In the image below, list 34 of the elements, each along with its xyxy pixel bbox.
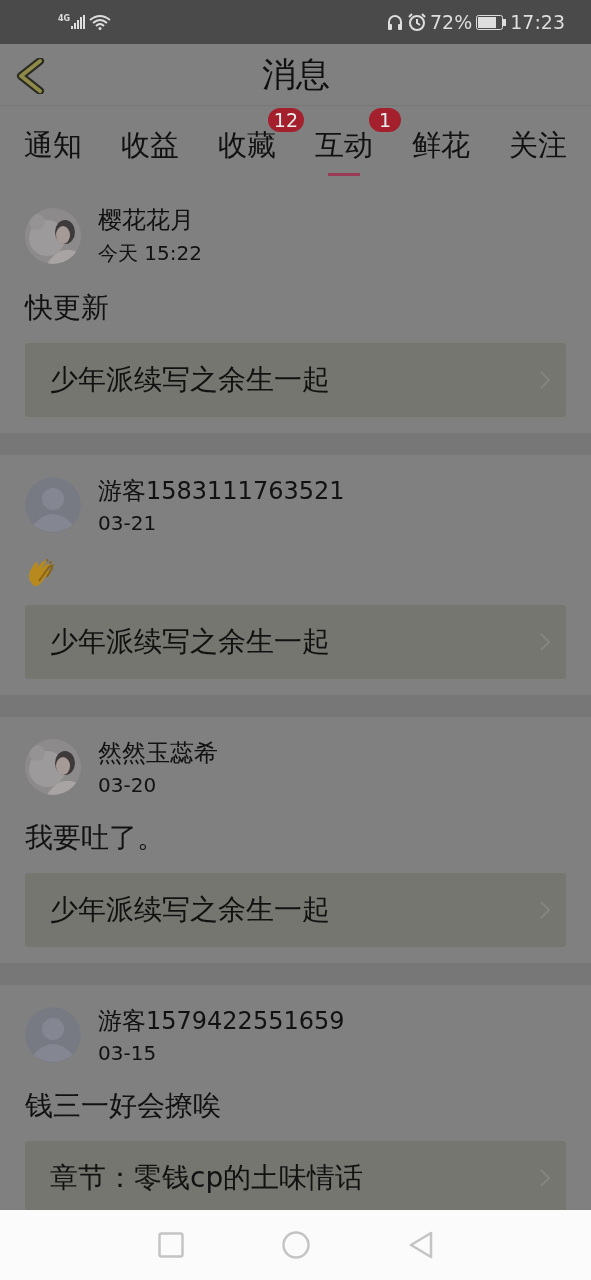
page-title: 消息	[261, 52, 330, 96]
wifi-icon	[89, 14, 112, 30]
comment-text: 快更新	[25, 290, 110, 326]
user-name: 樱花花月	[98, 205, 195, 236]
headphones-icon	[387, 13, 403, 31]
clock-time: 17:23	[510, 11, 565, 33]
battery-icon	[476, 14, 507, 30]
message-time: 03-15	[98, 1041, 158, 1065]
home-icon[interactable]	[281, 1231, 310, 1259]
tab[interactable]: 通知	[24, 106, 82, 176]
tab[interactable]: 收益	[121, 106, 179, 176]
user-name: 然然玉蕊希	[98, 738, 218, 769]
comment-text: 我要吐了。	[25, 820, 166, 856]
book-link[interactable]: 少年派续写之余生一起	[25, 343, 566, 417]
battery-percent: 72%	[430, 11, 473, 33]
comment-text: 钱三一好会撩唉	[25, 1088, 222, 1124]
tab[interactable]: 鲜花	[412, 106, 470, 176]
user-name: 游客1579422551659	[98, 1006, 345, 1037]
book-link[interactable]: 章节：零钱cp的土味情话	[25, 1141, 566, 1210]
count-badge: 1	[369, 108, 401, 132]
network-type: 4G	[58, 14, 71, 23]
alarm-icon	[408, 13, 426, 31]
book-link[interactable]: 少年派续写之余生一起	[25, 605, 566, 679]
back-icon[interactable]	[16, 58, 46, 94]
message-time: 今天 15:22	[98, 240, 202, 267]
message-time: 03-21	[98, 511, 158, 535]
recent-apps-icon[interactable]	[157, 1232, 184, 1258]
user-name: 游客1583111763521	[98, 476, 345, 507]
book-link[interactable]: 少年派续写之余生一起	[25, 873, 566, 947]
back-nav-icon[interactable]	[407, 1231, 434, 1259]
signal-icon	[71, 15, 86, 29]
tab[interactable]: 关注	[509, 106, 567, 176]
message-time: 03-20	[98, 773, 158, 797]
count-badge: 12	[267, 108, 304, 132]
